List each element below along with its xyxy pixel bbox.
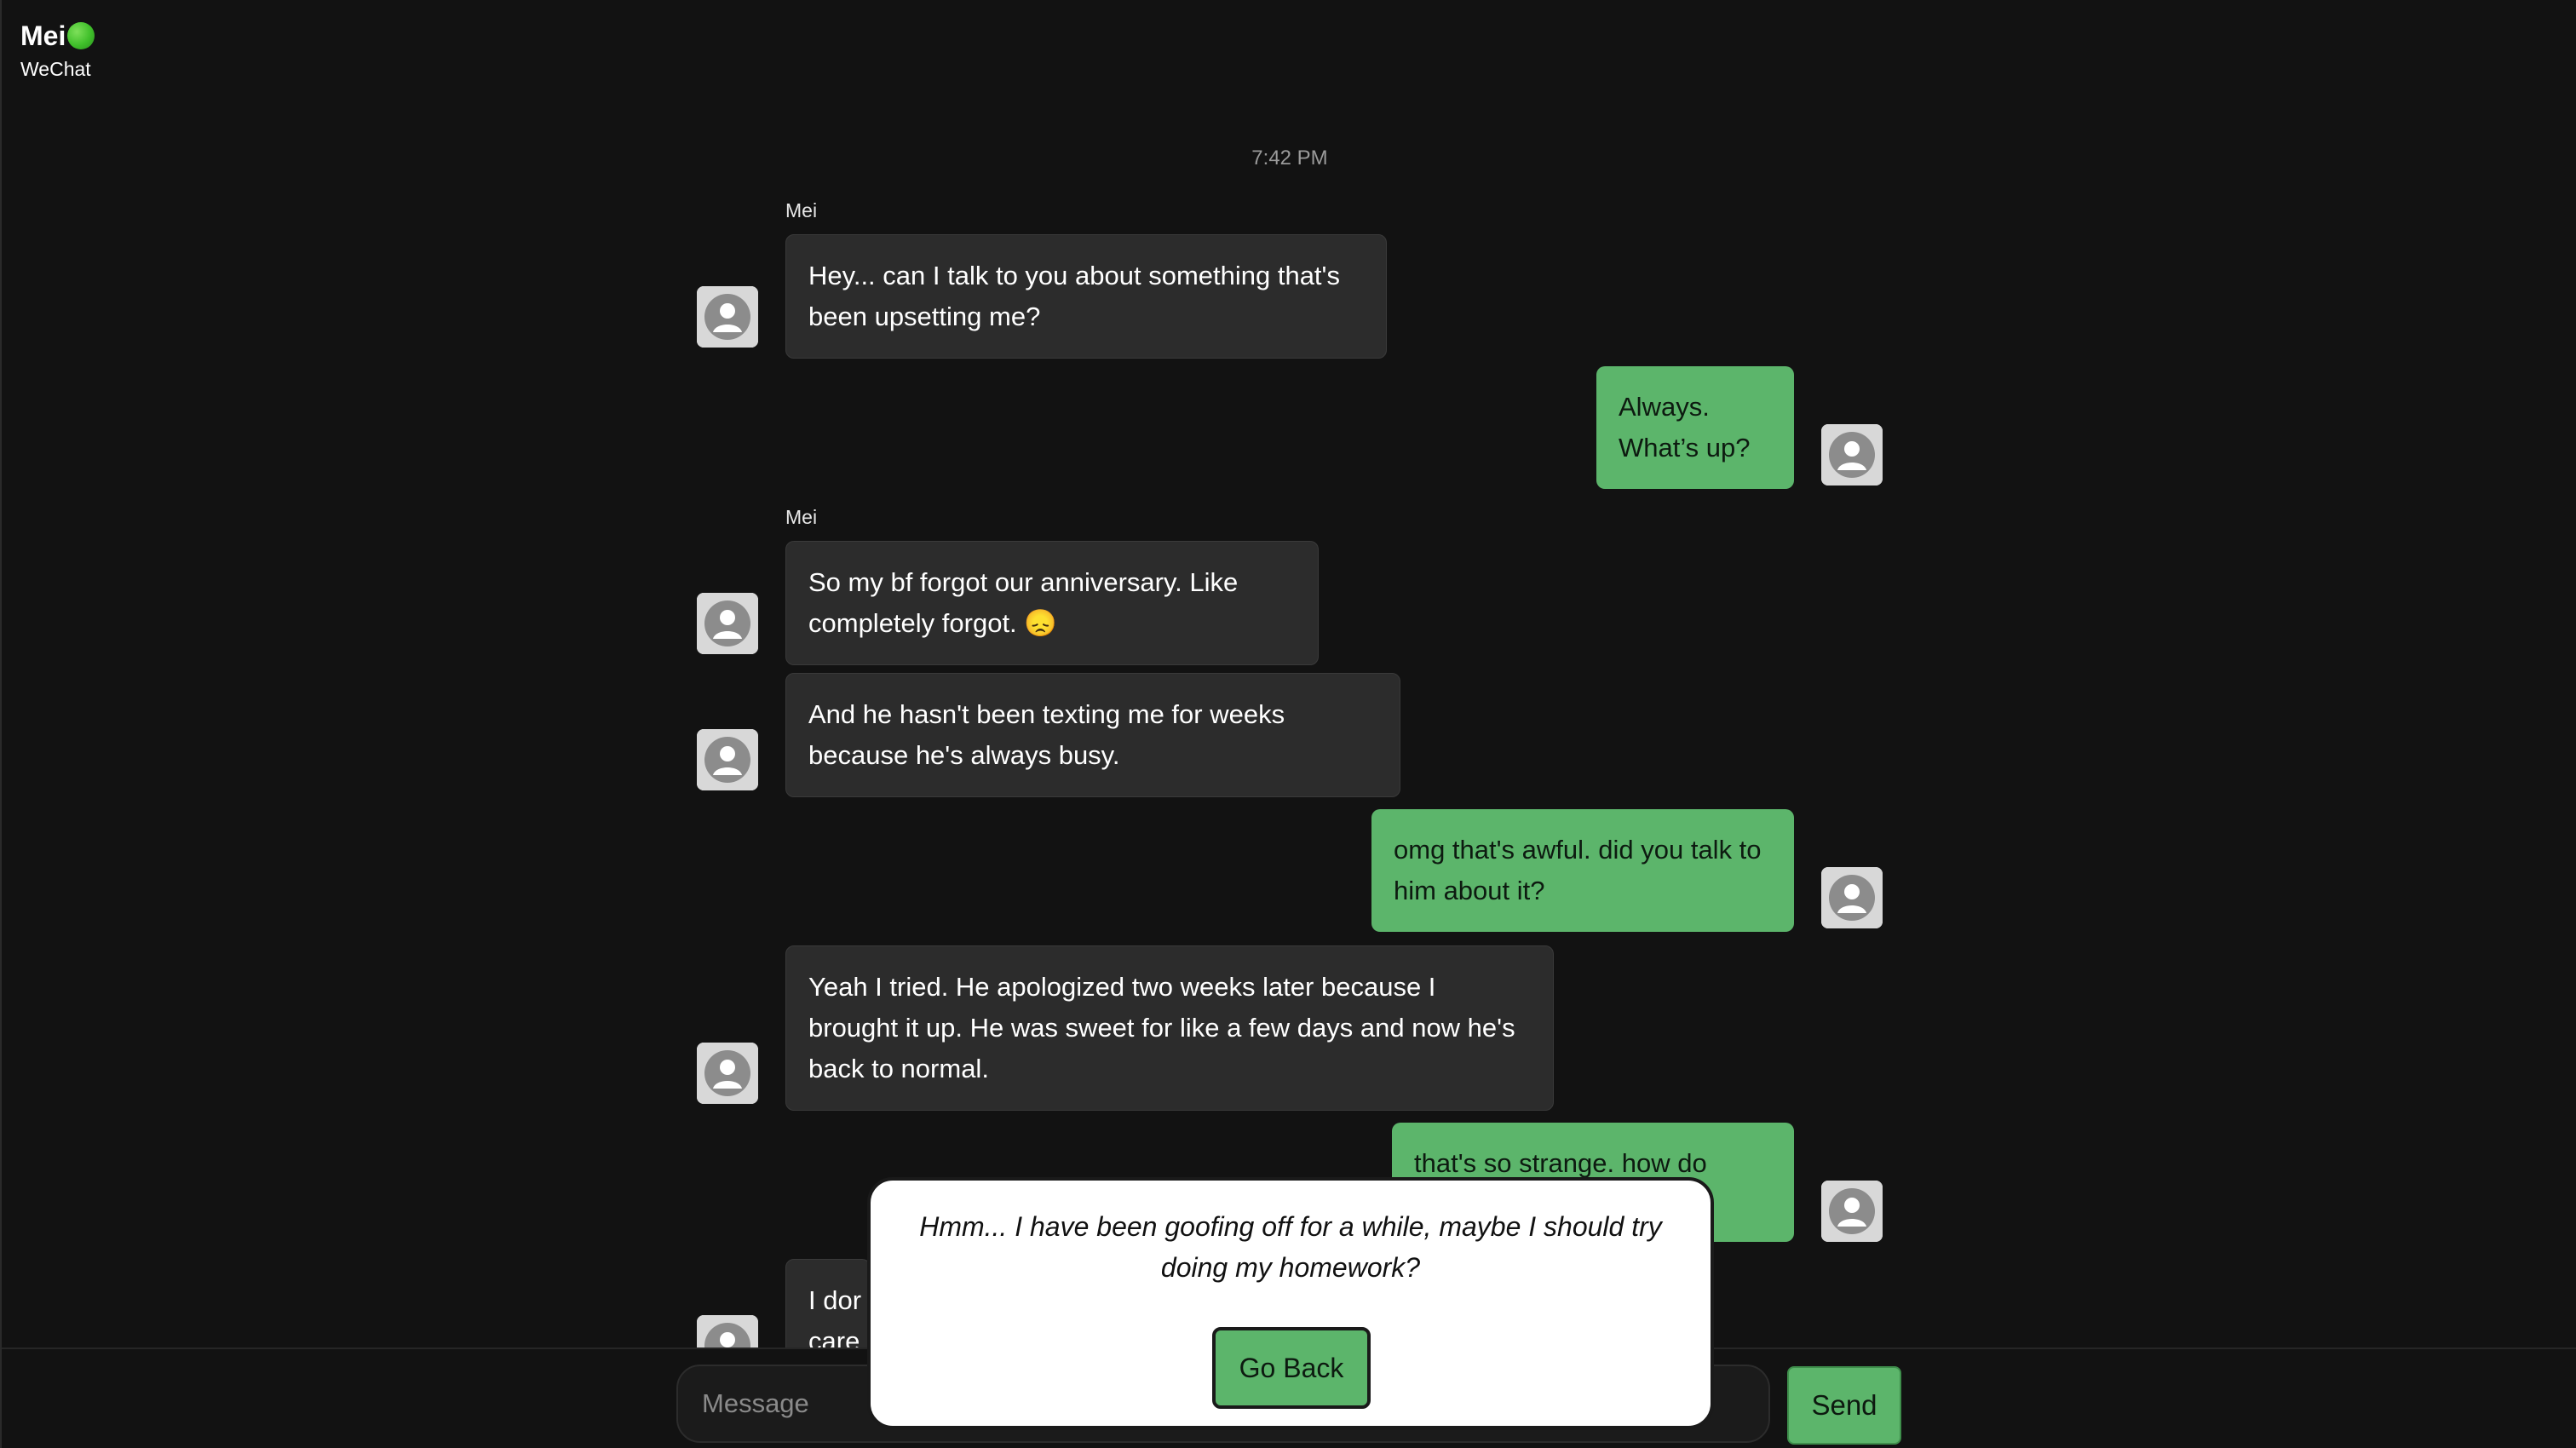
message-incoming: I dor care	[785, 1259, 871, 1347]
message-outgoing: Always. What’s up?	[1596, 366, 1794, 489]
message-timestamp: 7:42 PM	[1251, 147, 1328, 170]
avatar-icon[interactable]	[1821, 424, 1883, 486]
avatar-icon[interactable]	[697, 593, 758, 654]
message-incoming: Yeah I tried. He apologized two weeks la…	[785, 945, 1554, 1111]
message-bubble[interactable]: I dor care	[785, 1259, 871, 1347]
avatar-icon[interactable]	[697, 286, 758, 348]
message-bubble[interactable]: omg that's awful. did you talk to him ab…	[1371, 809, 1794, 932]
message-incoming: Mei So my bf forgot our anniversary. Lik…	[785, 506, 1319, 665]
message-outgoing: omg that's awful. did you talk to him ab…	[1371, 809, 1794, 932]
message-incoming: Mei Hey... can I talk to you about somet…	[785, 199, 1387, 359]
avatar-icon[interactable]	[1821, 867, 1883, 928]
message-bubble[interactable]: Hey... can I talk to you about something…	[785, 234, 1387, 359]
message-bubble[interactable]: Always. What’s up?	[1596, 366, 1794, 489]
avatar-icon[interactable]	[697, 729, 758, 790]
go-back-button[interactable]: Go Back	[1212, 1327, 1371, 1409]
send-button[interactable]: Send	[1787, 1366, 1901, 1445]
dialog-message: Hmm... I have been goofing off for a whi…	[919, 1211, 1662, 1283]
avatar-icon[interactable]	[697, 1315, 758, 1347]
message-bubble[interactable]: And he hasn't been texting me for weeks …	[785, 673, 1400, 797]
message-incoming: And he hasn't been texting me for weeks …	[785, 673, 1400, 797]
message-bubble[interactable]: So my bf forgot our anniversary. Like co…	[785, 541, 1319, 665]
message-list[interactable]: 7:42 PM Mei Hey... can I talk to you abo…	[2, 0, 2576, 1347]
avatar-icon[interactable]	[697, 1043, 758, 1104]
message-bubble[interactable]: Yeah I tried. He apologized two weeks la…	[785, 945, 1554, 1111]
avatar-icon[interactable]	[1821, 1181, 1883, 1242]
chat-app: Mei WeChat 7:42 PM Mei Hey... can I talk…	[0, 0, 2576, 1448]
sender-name: Mei	[785, 199, 818, 221]
sender-name: Mei	[785, 506, 818, 528]
homework-reminder-dialog: Hmm... I have been goofing off for a whi…	[867, 1177, 1714, 1429]
